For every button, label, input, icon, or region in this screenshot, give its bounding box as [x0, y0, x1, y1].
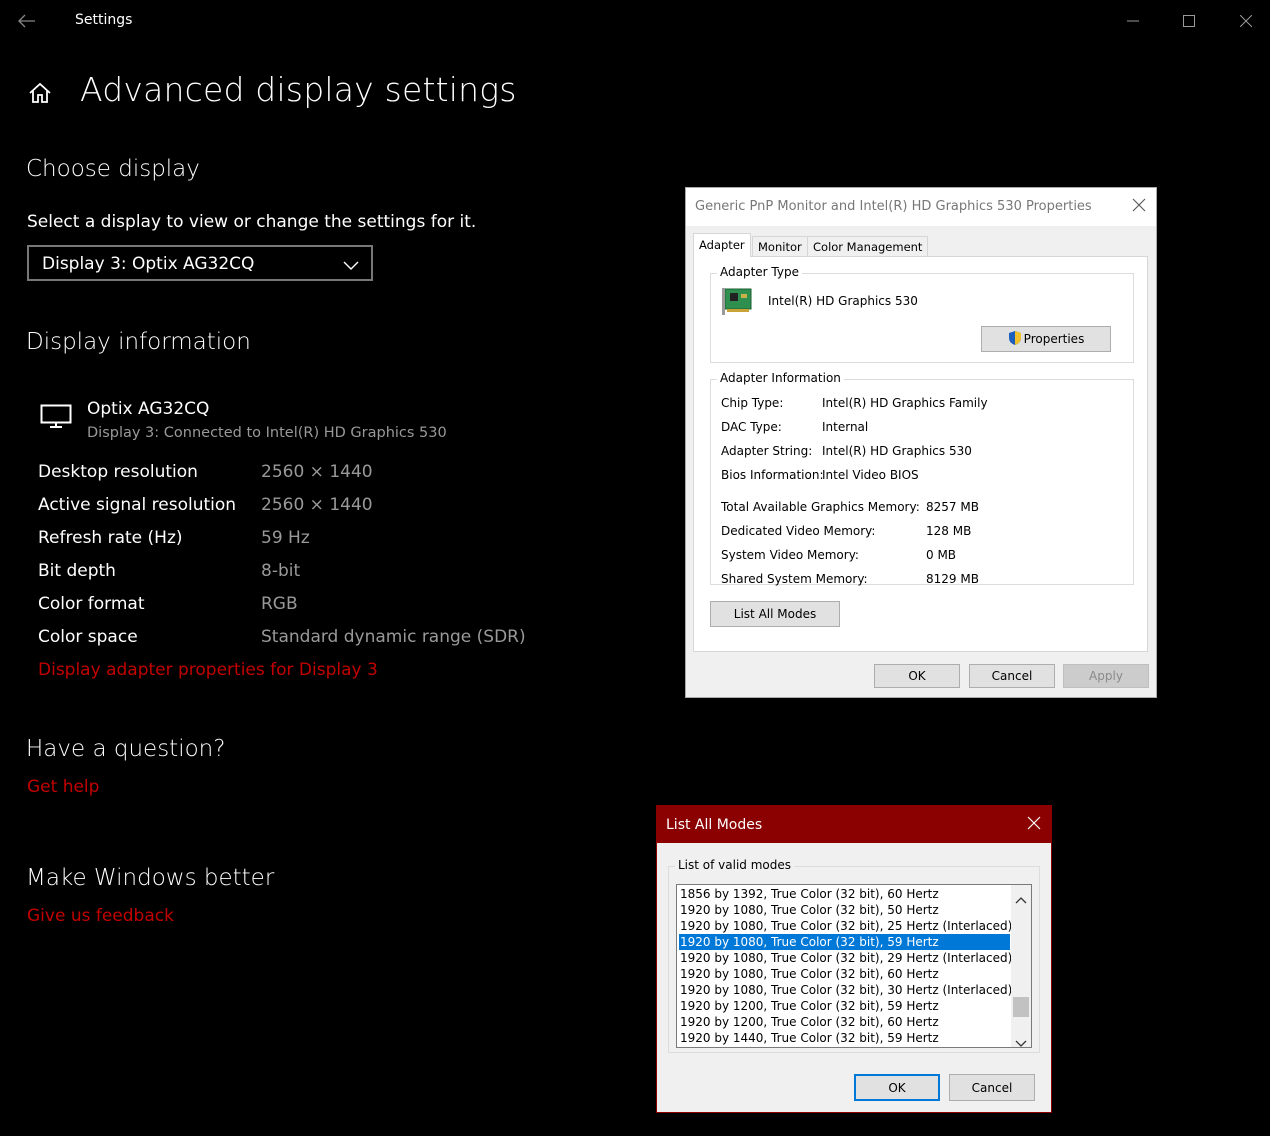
info-label: Chip Type: — [721, 396, 784, 410]
dialog-titlebar: List All Modes — [657, 806, 1051, 843]
scrollbar[interactable] — [1011, 885, 1031, 1047]
display-adapter-properties-link[interactable]: Display adapter properties for Display 3 — [38, 660, 378, 680]
info-label: Bios Information: — [721, 468, 824, 482]
close-icon[interactable] — [1132, 197, 1146, 216]
give-feedback-link[interactable]: Give us feedback — [27, 906, 174, 926]
list-item[interactable]: 1920 by 1080, True Color (32 bit), 30 He… — [679, 982, 1012, 998]
memory-value: 8129 MB — [926, 572, 979, 586]
back-arrow-icon[interactable] — [14, 8, 40, 34]
display-select-value: Display 3: Optix AG32CQ — [42, 254, 255, 274]
memory-value: 128 MB — [926, 524, 972, 538]
tab-monitor[interactable]: Monitor — [752, 236, 808, 256]
memory-label: Total Available Graphics Memory: — [721, 500, 920, 514]
tab-color-management[interactable]: Color Management — [807, 236, 929, 256]
scroll-down-icon[interactable] — [1015, 1033, 1027, 1047]
adapter-type-value: Intel(R) HD Graphics 530 — [768, 294, 918, 308]
info-label: Color format — [38, 594, 145, 614]
memory-label: Shared System Memory: — [721, 572, 868, 586]
list-item-selected[interactable]: 1920 by 1080, True Color (32 bit), 59 He… — [679, 934, 1010, 950]
adapter-tab-panel: Adapter Type Intel(R) HD Graphics 530 Pr… — [693, 256, 1148, 652]
list-item[interactable]: 1920 by 1080, True Color (32 bit), 60 He… — [679, 966, 1010, 982]
choose-display-heading: Choose display — [26, 156, 200, 182]
maximize-icon[interactable] — [1176, 8, 1202, 34]
info-label: Refresh rate (Hz) — [38, 528, 183, 548]
info-label: Color space — [38, 627, 138, 647]
dialog-title: List All Modes — [666, 817, 763, 833]
properties-button-label: Properties — [1023, 332, 1085, 346]
info-label: DAC Type: — [721, 420, 782, 434]
scroll-up-icon[interactable] — [1015, 889, 1027, 908]
list-item[interactable]: 1920 by 1080, True Color (32 bit), 25 He… — [679, 918, 1012, 934]
dialog-titlebar: Generic PnP Monitor and Intel(R) HD Grap… — [686, 188, 1156, 226]
cancel-button[interactable]: Cancel — [969, 664, 1055, 688]
page-title: Advanced display settings — [80, 70, 517, 109]
list-item[interactable]: 1856 by 1392, True Color (32 bit), 60 He… — [679, 886, 1010, 902]
tab-adapter[interactable]: Adapter — [693, 233, 751, 257]
home-icon[interactable] — [27, 80, 53, 110]
modes-listbox[interactable]: 1856 by 1392, True Color (32 bit), 60 He… — [676, 884, 1032, 1048]
info-label: Adapter String: — [721, 444, 813, 458]
info-value: Standard dynamic range (SDR) — [261, 627, 526, 647]
group-label: List of valid modes — [675, 858, 795, 872]
info-value: Intel(R) HD Graphics 530 — [822, 444, 972, 458]
adapter-information-group: Adapter Information Chip Type: Intel(R) … — [710, 371, 1134, 586]
memory-label: System Video Memory: — [721, 548, 859, 562]
list-item[interactable]: 1920 by 1440, True Color (32 bit), 59 He… — [679, 1030, 1010, 1046]
info-value: 2560 × 1440 — [261, 462, 373, 482]
info-label: Bit depth — [38, 561, 116, 581]
display-information-heading: Display information — [26, 329, 251, 355]
adapter-properties-dialog: Generic PnP Monitor and Intel(R) HD Grap… — [685, 187, 1157, 698]
ok-button[interactable]: OK — [854, 1074, 940, 1101]
adapter-type-group: Adapter Type Intel(R) HD Graphics 530 Pr… — [710, 265, 1134, 363]
choose-display-description: Select a display to view or change the s… — [27, 212, 477, 232]
list-item[interactable]: 1920 by 1200, True Color (32 bit), 59 He… — [679, 998, 1010, 1014]
info-label: Desktop resolution — [38, 462, 198, 482]
memory-value: 8257 MB — [926, 500, 979, 514]
group-label: Adapter Information — [717, 371, 844, 385]
info-value: Intel Video BIOS — [822, 468, 919, 482]
apply-button[interactable]: Apply — [1063, 664, 1149, 688]
cancel-button[interactable]: Cancel — [949, 1074, 1035, 1101]
info-value: 8-bit — [261, 561, 301, 581]
minimize-icon[interactable] — [1120, 8, 1146, 34]
info-value: 59 Hz — [261, 528, 310, 548]
group-label: Adapter Type — [717, 265, 802, 279]
properties-button[interactable]: Properties — [981, 326, 1111, 352]
list-all-modes-dialog: List All Modes List of valid modes 1856 … — [656, 805, 1052, 1113]
close-icon[interactable] — [1233, 8, 1259, 34]
chevron-down-icon — [343, 256, 359, 275]
dialog-title: Generic PnP Monitor and Intel(R) HD Grap… — [695, 199, 1092, 214]
monitor-name: Optix AG32CQ — [87, 399, 210, 419]
feedback-heading: Make Windows better — [26, 865, 275, 891]
shield-icon — [1008, 330, 1022, 349]
ok-button[interactable]: OK — [874, 664, 960, 688]
info-value: 2560 × 1440 — [261, 495, 373, 515]
display-select[interactable]: Display 3: Optix AG32CQ — [27, 245, 373, 281]
list-item[interactable]: 1920 by 1080, True Color (32 bit), 50 He… — [679, 902, 1010, 918]
memory-label: Dedicated Video Memory: — [721, 524, 876, 538]
info-label: Active signal resolution — [38, 495, 237, 515]
monitor-icon — [40, 404, 72, 432]
list-item[interactable]: 1920 by 1080, True Color (32 bit), 29 He… — [679, 950, 1012, 966]
info-value: Internal — [822, 420, 869, 434]
graphics-card-icon — [721, 286, 755, 322]
get-help-link[interactable]: Get help — [27, 777, 99, 797]
close-icon[interactable] — [1027, 815, 1041, 834]
monitor-subtitle: Display 3: Connected to Intel(R) HD Grap… — [87, 425, 447, 441]
question-heading: Have a question? — [26, 736, 226, 762]
list-item[interactable]: 1920 by 1200, True Color (32 bit), 60 He… — [679, 1014, 1010, 1030]
info-value: Intel(R) HD Graphics Family — [822, 396, 988, 410]
list-all-modes-button[interactable]: List All Modes — [710, 601, 840, 627]
scroll-thumb[interactable] — [1013, 997, 1029, 1017]
app-title: Settings — [75, 12, 133, 28]
memory-value: 0 MB — [926, 548, 957, 562]
info-value: RGB — [261, 594, 298, 614]
